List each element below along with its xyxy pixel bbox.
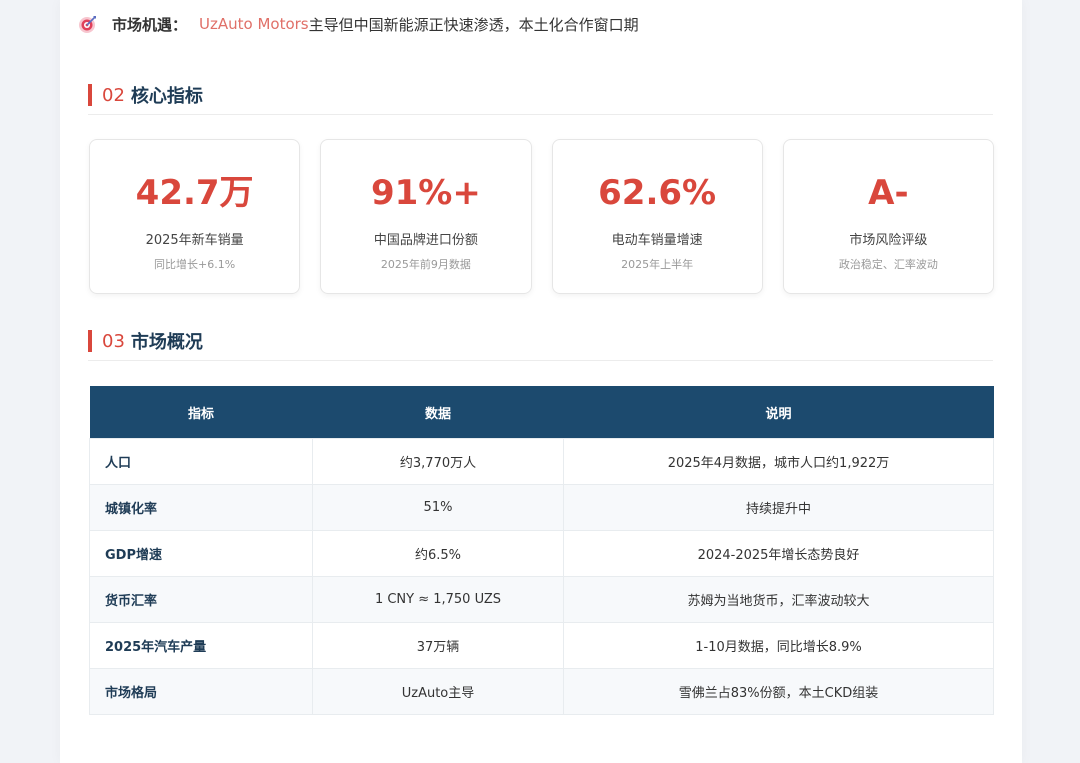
table-cell: 1 CNY ≈ 1,750 UZS: [312, 576, 564, 623]
table-cell: 约6.5%: [312, 530, 564, 577]
table-cell: 2024-2025年增长态势良好: [563, 530, 994, 577]
section-name: 市场概况: [130, 332, 203, 353]
section-title-core-metrics: 02 核心指标: [88, 76, 993, 115]
metric-label: 市场风险评级: [849, 233, 928, 248]
opportunity-text: 主导但中国新能源正快速渗透，本土化合作窗口期: [308, 15, 639, 34]
metric-value: 62.6%: [598, 173, 717, 213]
table-cell: GDP增速: [89, 530, 313, 577]
table-cell: UzAuto主导: [312, 668, 564, 715]
metric-sub: 2025年前9月数据: [380, 258, 471, 271]
table-cell: 51%: [312, 484, 564, 531]
table-row: GDP增速 约6.5% 2024-2025年增长态势良好: [89, 530, 994, 577]
opportunity-brand: UzAuto Motors: [199, 15, 309, 33]
metric-value: 42.7万: [135, 173, 254, 213]
table-cell: 持续提升中: [563, 484, 994, 531]
table-cell: 货币汇率: [89, 576, 313, 623]
table-cell: 城镇化率: [89, 484, 313, 531]
metric-card: 62.6% 电动车销量增速 2025年上半年: [551, 139, 763, 294]
market-overview-table: 指标 数据 说明 人口 约3,770万人 2025年4月数据，城市人口约1,92…: [89, 386, 994, 715]
section-name: 核心指标: [130, 86, 203, 107]
table-cell: 约3,770万人: [312, 438, 564, 485]
metric-card: 91%+ 中国品牌进口份额 2025年前9月数据: [320, 139, 532, 294]
metric-label: 2025年新车销量: [145, 233, 244, 248]
market-opportunity: 市场机遇： UzAuto Motors 主导但中国新能源正快速渗透，本土化合作窗…: [78, 12, 639, 36]
metric-sub: 同比增长+6.1%: [154, 258, 236, 271]
table-row: 市场格局 UzAuto主导 雪佛兰占83%份额，本土CKD组装: [89, 668, 994, 715]
table-cell: 市场格局: [89, 668, 313, 715]
table-header-row: 指标 数据 说明: [89, 386, 994, 439]
table-cell: 雪佛兰占83%份额，本土CKD组装: [563, 668, 994, 715]
table-row: 2025年汽车产量 37万辆 1-10月数据，同比增长8.9%: [89, 622, 994, 669]
table-cell: 2025年汽车产量: [89, 622, 313, 669]
table-cell: 1-10月数据，同比增长8.9%: [563, 622, 994, 669]
section-number: 02: [102, 84, 125, 106]
report-page: 市场机遇： UzAuto Motors 主导但中国新能源正快速渗透，本土化合作窗…: [60, 0, 1022, 763]
metric-cards: 42.7万 2025年新车销量 同比增长+6.1% 91%+ 中国品牌进口份额 …: [89, 139, 994, 296]
table-row: 人口 约3,770万人 2025年4月数据，城市人口约1,922万: [89, 438, 994, 485]
metric-value: A-: [868, 173, 909, 213]
table-cell: 2025年4月数据，城市人口约1,922万: [563, 438, 994, 485]
metric-card: 42.7万 2025年新车销量 同比增长+6.1%: [89, 139, 301, 294]
table-cell: 人口: [89, 438, 313, 485]
metric-label: 电动车销量增速: [611, 233, 703, 248]
column-header: 指标: [89, 386, 313, 439]
metric-sub: 政治稳定、汇率波动: [838, 258, 938, 271]
table-cell: 苏姆为当地货币，汇率波动较大: [563, 576, 994, 623]
table-cell: 37万辆: [312, 622, 564, 669]
section-number: 03: [102, 330, 125, 352]
metric-value: 91%+: [370, 173, 481, 213]
opportunity-label: 市场机遇：: [112, 15, 188, 34]
metric-label: 中国品牌进口份额: [373, 233, 478, 248]
column-header: 说明: [563, 386, 994, 439]
metric-sub: 2025年上半年: [621, 258, 694, 271]
section-accent-bar: [88, 84, 92, 106]
metric-card: A- 市场风险评级 政治稳定、汇率波动: [782, 139, 994, 294]
section-title-market-overview: 03 市场概况: [88, 322, 993, 361]
table-row: 城镇化率 51% 持续提升中: [89, 484, 994, 531]
section-accent-bar: [88, 330, 92, 352]
target-icon: [79, 16, 96, 33]
table-row: 货币汇率 1 CNY ≈ 1,750 UZS 苏姆为当地货币，汇率波动较大: [89, 576, 994, 623]
column-header: 数据: [312, 386, 564, 439]
